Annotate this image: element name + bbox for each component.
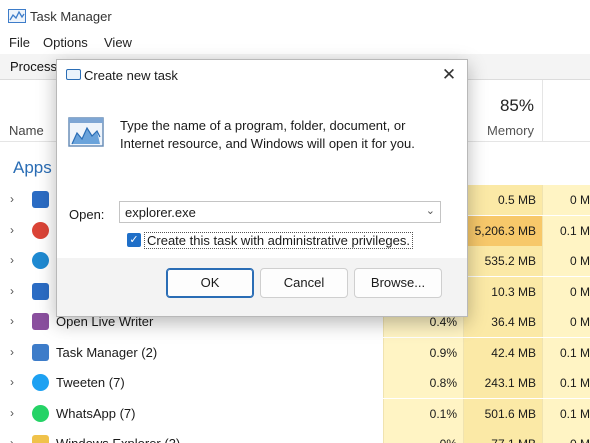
cell-divider <box>383 398 384 429</box>
whatsapp-icon <box>32 404 49 422</box>
cell-divider <box>542 429 543 443</box>
expand-chevron-icon[interactable]: › <box>10 284 14 298</box>
chrome-icon <box>32 221 49 239</box>
cell-divider <box>383 429 384 443</box>
open-input[interactable]: explorer.exe <box>125 205 196 220</box>
expand-chevron-icon[interactable]: › <box>10 345 14 359</box>
open-label: Open: <box>69 207 105 222</box>
task-manager-icon <box>32 343 49 361</box>
process-disk: 0 M <box>542 307 590 337</box>
admin-checkbox[interactable]: ✓ <box>127 233 141 247</box>
process-cpu: 0.9% <box>383 337 463 368</box>
run-icon <box>68 117 104 147</box>
cell-divider <box>542 368 543 398</box>
process-row[interactable]: › WhatsApp (7) 0.1% 501.6 MB 0.1 M <box>0 398 590 429</box>
cell-divider <box>463 429 464 443</box>
process-name: Windows Explorer (3) <box>56 436 180 443</box>
dialog-description: Type the name of a program, folder, docu… <box>120 118 415 151</box>
process-memory: 535.2 MB <box>463 246 542 276</box>
cell-divider <box>542 276 543 307</box>
process-disk: 0 M <box>542 276 590 307</box>
expand-chevron-icon[interactable]: › <box>10 314 14 328</box>
chevron-down-icon[interactable]: ⌄ <box>426 204 435 217</box>
edge-icon <box>32 252 49 269</box>
browse-button[interactable]: Browse... <box>354 268 442 298</box>
cell-divider <box>463 368 464 398</box>
process-memory: 10.3 MB <box>463 276 542 307</box>
menu-bar: File Options View <box>0 32 590 54</box>
expand-chevron-icon[interactable]: › <box>10 375 14 389</box>
blue-app-icon <box>32 282 49 300</box>
cancel-button[interactable]: Cancel <box>260 268 348 298</box>
process-row[interactable]: › Tweeten (7) 0.8% 243.1 MB 0.1 M <box>0 368 590 398</box>
expand-chevron-icon[interactable]: › <box>10 406 14 420</box>
expand-chevron-icon[interactable]: › <box>10 192 14 206</box>
close-icon[interactable]: ✕ <box>435 64 463 86</box>
create-new-task-dialog: Create new task ✕ Type the name of a pro… <box>56 59 468 317</box>
cell-divider <box>542 185 543 215</box>
process-disk: 0.1 M <box>542 368 590 398</box>
menu-file[interactable]: File <box>9 35 30 50</box>
run-window-icon <box>66 69 81 80</box>
process-memory: 42.4 MB <box>463 337 542 368</box>
cell-divider <box>542 337 543 368</box>
process-name: Tweeten (7) <box>56 375 125 390</box>
column-name[interactable]: Name <box>9 123 44 138</box>
dialog-body: Type the name of a program, folder, docu… <box>57 90 467 258</box>
cell-divider <box>463 337 464 368</box>
cell-divider <box>383 368 384 398</box>
folder-icon <box>32 435 49 443</box>
process-cpu: 0.8% <box>383 368 463 398</box>
process-name: WhatsApp (7) <box>56 405 136 421</box>
cell-divider <box>463 398 464 429</box>
process-name: Task Manager (2) <box>56 344 158 360</box>
process-memory: 77.1 MB <box>463 429 542 443</box>
cell-divider <box>542 398 543 429</box>
process-memory: 243.1 MB <box>463 368 542 398</box>
menu-view[interactable]: View <box>104 35 132 50</box>
expand-chevron-icon[interactable]: › <box>10 436 14 443</box>
process-disk: 0 M <box>542 185 590 215</box>
process-disk: 0 M <box>542 246 590 276</box>
column-divider <box>542 80 543 142</box>
menu-options[interactable]: Options <box>43 35 88 50</box>
cell-divider <box>542 215 543 246</box>
process-cpu: 0% <box>383 429 463 443</box>
expand-chevron-icon[interactable]: › <box>10 253 14 267</box>
admin-checkbox-label[interactable]: Create this task with administrative pri… <box>144 232 413 249</box>
process-cpu: 0.1% <box>383 398 463 429</box>
group-apps: Apps <box>13 158 52 177</box>
open-combobox[interactable]: explorer.exe ⌄ <box>119 201 441 223</box>
window-title: Task Manager <box>30 9 112 24</box>
process-disk: 0.1 M <box>542 398 590 429</box>
process-disk: 0.1 M <box>542 215 590 246</box>
memory-total-percent[interactable]: 85% <box>468 96 534 116</box>
ok-button[interactable]: OK <box>166 268 254 298</box>
process-disk: 0 M <box>542 429 590 443</box>
process-memory: 5,206.3 MB <box>463 215 542 246</box>
process-row[interactable]: › Windows Explorer (3) 0%77.1 MB0 M <box>0 429 590 443</box>
cell-divider <box>542 307 543 337</box>
process-memory: 0.5 MB <box>463 185 542 215</box>
cell-divider <box>383 337 384 368</box>
process-row[interactable]: › Task Manager (2) 0.9% 42.4 MB 0.1 M <box>0 337 590 368</box>
process-disk: 0.1 M <box>542 337 590 368</box>
dialog-title-bar[interactable]: Create new task ✕ <box>57 60 467 90</box>
dialog-title: Create new task <box>84 68 178 83</box>
task-manager-title-bar: Task Manager <box>0 0 590 32</box>
expand-chevron-icon[interactable]: › <box>10 223 14 237</box>
process-memory: 501.6 MB <box>463 398 542 429</box>
tweeten-icon <box>32 374 49 391</box>
blue-app-icon <box>32 191 49 208</box>
open-live-writer-icon <box>32 313 49 330</box>
task-manager-app-icon <box>8 9 26 23</box>
column-memory[interactable]: Memory <box>468 123 534 138</box>
process-memory: 36.4 MB <box>463 307 542 337</box>
dialog-footer: OK Cancel Browse... <box>57 258 467 316</box>
cell-divider <box>542 246 543 276</box>
